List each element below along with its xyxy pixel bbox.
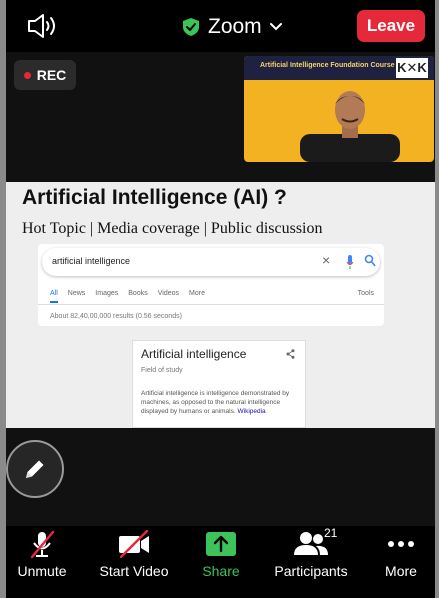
search-divider bbox=[38, 304, 384, 305]
share-button[interactable]: Share bbox=[194, 526, 248, 586]
more-dots-icon bbox=[387, 530, 415, 558]
slide-heading: Artificial Intelligence (AI) ? bbox=[22, 186, 287, 209]
knowledge-panel-description: Artificial intelligence is intelligence … bbox=[141, 389, 301, 416]
clear-icon: × bbox=[322, 252, 331, 268]
search-results-count: About 82,40,00,000 results (0.56 seconds… bbox=[50, 313, 182, 320]
shared-screen-slide: Artificial Intelligence (AI) ? Hot Topic… bbox=[6, 182, 435, 428]
search-tab-all: All bbox=[50, 290, 58, 303]
knowledge-panel-text: Artificial intelligence is intelligence … bbox=[141, 390, 290, 415]
search-icon bbox=[364, 254, 376, 267]
chevron-down-icon bbox=[269, 23, 282, 31]
course-logo: K✕K bbox=[396, 58, 428, 78]
top-bar: Zoom Leave bbox=[6, 0, 435, 52]
unmute-button[interactable]: Unmute bbox=[6, 526, 78, 586]
video-stage: REC Artificial Intelligence Foundation C… bbox=[6, 52, 435, 182]
slide-subheading: Hot Topic | Media coverage | Public disc… bbox=[22, 220, 323, 237]
microphone-icon bbox=[346, 255, 354, 269]
muted-mic-icon bbox=[27, 530, 57, 559]
annotate-button[interactable] bbox=[6, 440, 64, 498]
knowledge-panel: Artificial intelligence Field of study A… bbox=[132, 340, 306, 428]
search-box: artificial intelligence × bbox=[42, 248, 380, 276]
zoom-meeting-screen: Zoom Leave REC Artificial Intelligence F… bbox=[0, 0, 439, 598]
knowledge-panel-subtitle: Field of study bbox=[141, 367, 183, 374]
search-screenshot: artificial intelligence × All News Image… bbox=[38, 244, 384, 326]
recording-dot-icon bbox=[23, 71, 31, 79]
video-off-icon bbox=[117, 530, 151, 558]
shield-check-icon bbox=[183, 18, 199, 36]
search-tabs: All News Images Books Videos More Tools bbox=[50, 290, 374, 303]
bottom-strip bbox=[6, 586, 435, 598]
search-tab-more: More bbox=[189, 290, 205, 297]
meeting-title-label: Zoom bbox=[208, 15, 262, 38]
search-tab-videos: Videos bbox=[157, 290, 180, 297]
start-video-label: Start Video bbox=[99, 563, 169, 579]
speaker-video-thumbnail[interactable]: Artificial Intelligence Foundation Cours… bbox=[244, 56, 434, 162]
participants-count-badge: 21 bbox=[324, 526, 338, 540]
more-button[interactable]: More bbox=[372, 526, 430, 586]
presenter-video bbox=[300, 91, 400, 162]
pencil-icon bbox=[26, 460, 44, 478]
search-tab-images: Images bbox=[95, 290, 119, 297]
participants-button[interactable]: 21 Participants bbox=[268, 526, 354, 586]
leave-button[interactable]: Leave bbox=[357, 10, 425, 42]
search-query: artificial intelligence bbox=[52, 256, 131, 266]
meeting-title[interactable]: Zoom bbox=[182, 14, 282, 40]
recording-badge[interactable]: REC bbox=[14, 60, 76, 90]
participants-icon bbox=[294, 530, 328, 558]
right-edge bbox=[435, 0, 439, 598]
search-tools: Tools bbox=[357, 290, 374, 297]
knowledge-panel-title: Artificial intelligence bbox=[141, 347, 247, 361]
start-video-button[interactable]: Start Video bbox=[88, 526, 180, 586]
meeting-toolbar: Unmute Start Video Share 21 Participants… bbox=[6, 526, 435, 586]
unmute-label: Unmute bbox=[17, 563, 67, 579]
search-tab-books: Books bbox=[128, 290, 148, 297]
more-label: More bbox=[385, 563, 417, 579]
knowledge-panel-link: Wikipedia bbox=[237, 408, 266, 415]
share-screen-icon bbox=[206, 530, 236, 558]
recording-label: REC bbox=[36, 67, 67, 83]
lower-stage bbox=[6, 428, 435, 526]
participants-label: Participants bbox=[274, 563, 348, 579]
speaker-icon[interactable] bbox=[26, 12, 60, 40]
share-label: Share bbox=[202, 563, 240, 579]
thumbnail-course-title: Artificial Intelligence Foundation Cours… bbox=[260, 62, 395, 69]
share-nodes-icon bbox=[286, 349, 295, 359]
search-tab-news: News bbox=[67, 290, 86, 297]
